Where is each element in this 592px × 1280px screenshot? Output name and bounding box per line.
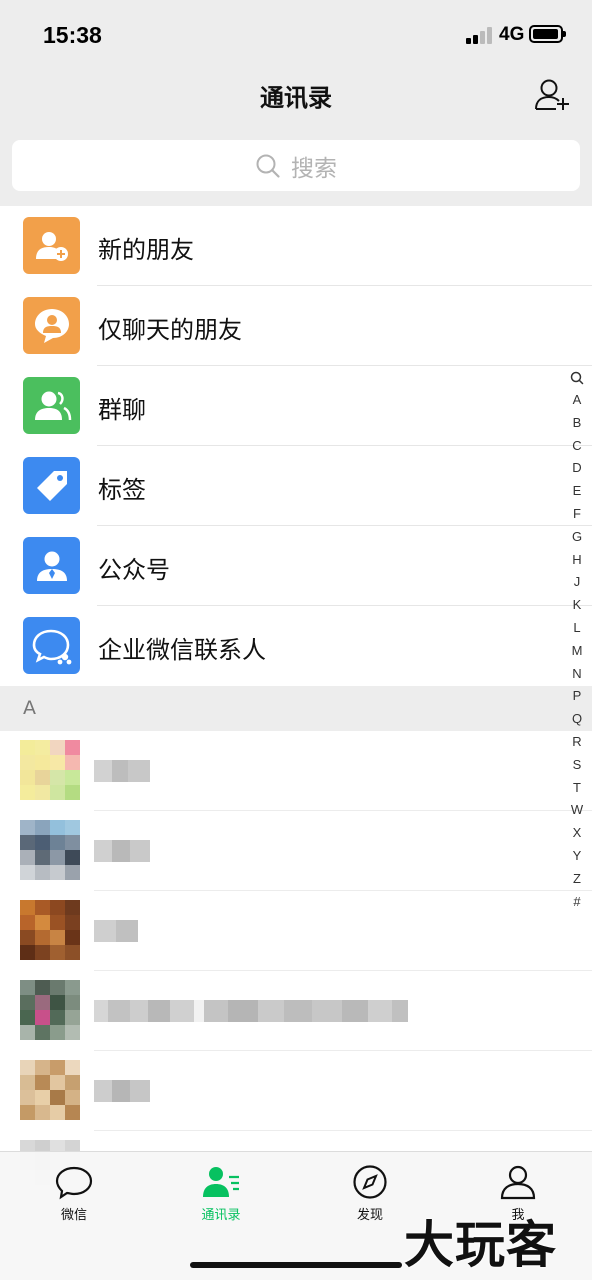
index-letter[interactable]: Z xyxy=(573,868,581,891)
home-indicator[interactable] xyxy=(190,1262,402,1268)
tags-item[interactable]: 标签 xyxy=(0,446,592,526)
avatar xyxy=(20,820,80,880)
index-letter[interactable]: Q xyxy=(572,708,582,731)
function-label: 新的朋友 xyxy=(98,236,194,264)
function-label: 仅聊天的朋友 xyxy=(98,316,242,344)
add-contact-button[interactable] xyxy=(532,76,572,114)
index-letter[interactable]: S xyxy=(573,754,582,777)
index-letter[interactable]: N xyxy=(572,663,581,686)
index-letter[interactable]: F xyxy=(573,503,581,526)
index-letter[interactable]: D xyxy=(572,457,581,480)
wecom-icon xyxy=(23,617,80,674)
group-chats-item[interactable]: 群聊 xyxy=(0,366,592,446)
contact-name-blurred xyxy=(94,920,138,942)
status-time: 15:38 xyxy=(43,22,102,48)
index-letter[interactable]: Y xyxy=(573,845,582,868)
search-input[interactable]: 搜索 xyxy=(12,140,580,191)
profile-icon xyxy=(500,1165,536,1200)
index-letter[interactable]: B xyxy=(573,412,582,435)
contact-name-blurred xyxy=(94,760,150,782)
avatar xyxy=(20,740,80,800)
network-type: 4G xyxy=(499,24,525,45)
contact-row[interactable] xyxy=(0,731,592,811)
index-letter[interactable]: J xyxy=(574,571,581,594)
contact-name-blurred xyxy=(94,1000,408,1022)
group-chat-icon xyxy=(23,377,80,434)
compass-icon xyxy=(353,1165,387,1199)
add-contact-icon xyxy=(535,79,569,110)
index-letter[interactable]: X xyxy=(573,822,582,845)
index-letter[interactable]: A xyxy=(573,389,582,412)
function-label: 公众号 xyxy=(98,556,170,584)
function-label: 标签 xyxy=(98,476,146,504)
index-search-icon[interactable] xyxy=(570,367,584,389)
index-letter[interactable]: E xyxy=(573,480,582,503)
new-friends-item[interactable]: 新的朋友 xyxy=(0,206,592,286)
contacts-icon xyxy=(203,1167,239,1197)
watermark: 大玩客 xyxy=(404,1216,557,1274)
index-letter[interactable]: G xyxy=(572,526,582,549)
section-header: A xyxy=(0,686,592,731)
index-letter[interactable]: M xyxy=(572,640,583,663)
index-letter[interactable]: P xyxy=(573,685,582,708)
index-letter[interactable]: # xyxy=(573,891,580,914)
tab-label: 微信 xyxy=(60,1208,87,1223)
avatar xyxy=(20,980,80,1040)
contact-name-blurred xyxy=(94,1080,150,1102)
wecom-contacts-item[interactable]: 企业微信联系人 xyxy=(0,606,592,686)
official-account-icon xyxy=(23,537,80,594)
avatar xyxy=(20,900,80,960)
function-list: 新的朋友 仅聊天的朋友 群聊 标签 公众号 企业微信联系人 xyxy=(0,206,592,686)
tab-label: 通讯录 xyxy=(201,1208,241,1223)
status-bar: 15:38 4G xyxy=(0,0,592,72)
index-letter[interactable]: H xyxy=(572,549,581,572)
index-letter[interactable]: T xyxy=(573,777,581,800)
section-letter: A xyxy=(23,697,36,719)
function-label: 群聊 xyxy=(98,396,146,424)
page-title: 通讯录 xyxy=(260,84,332,112)
chat-only-icon xyxy=(23,297,80,354)
contact-row[interactable] xyxy=(0,1051,592,1131)
add-friend-icon xyxy=(23,217,80,274)
alphabet-index[interactable]: A B C D E F G H J K L M N P Q R S T W X Y Z # xyxy=(566,367,588,913)
chat-only-friends-item[interactable]: 仅聊天的朋友 xyxy=(0,286,592,366)
index-letter[interactable]: L xyxy=(573,617,580,640)
index-letter[interactable]: R xyxy=(572,731,581,754)
battery-icon xyxy=(529,25,566,43)
tag-icon xyxy=(23,457,80,514)
contact-row[interactable] xyxy=(0,891,592,971)
official-accounts-item[interactable]: 公众号 xyxy=(0,526,592,606)
index-letter[interactable]: C xyxy=(572,435,581,458)
function-label: 企业微信联系人 xyxy=(98,636,266,664)
contact-list xyxy=(0,731,592,1211)
tab-contacts[interactable]: 通讯录 xyxy=(166,1164,276,1244)
tab-chats[interactable]: 微信 xyxy=(19,1164,129,1244)
contact-row[interactable] xyxy=(0,971,592,1051)
search-placeholder: 搜索 xyxy=(291,155,337,182)
contact-row[interactable] xyxy=(0,811,592,891)
search-icon xyxy=(256,154,280,178)
chat-icon xyxy=(55,1166,93,1200)
index-letter[interactable]: W xyxy=(571,799,583,822)
signal-icon xyxy=(466,26,494,44)
index-letter[interactable]: K xyxy=(573,594,582,617)
avatar xyxy=(20,1060,80,1120)
contact-name-blurred xyxy=(94,840,150,862)
